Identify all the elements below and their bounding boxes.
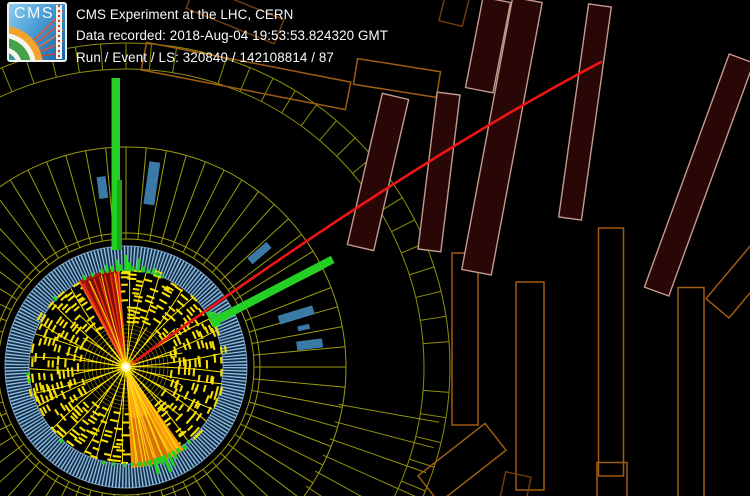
cms-logo-wordmark: CMS — [14, 5, 55, 22]
header-title: CMS Experiment at the LHC, CERN — [76, 7, 294, 22]
cms-logo: CMS — [7, 2, 67, 62]
interaction-vertex — [117, 358, 135, 376]
header-date: Data recorded: 2018-Aug-04 19:53:53.8243… — [76, 28, 389, 44]
cms-logo-side-strip — [56, 5, 62, 59]
muon-chambers-hit — [346, 0, 750, 297]
event-display-canvas[interactable] — [0, 0, 750, 496]
event-display-window: CMS CMS Experiment at the LHC, CERN Data… — [0, 0, 750, 496]
header-run: Run / Event / LS: 320840 / 142108814 / 8… — [76, 49, 334, 65]
event-info-header: CMS Experiment at the LHC, CERN Data rec… — [76, 4, 388, 68]
